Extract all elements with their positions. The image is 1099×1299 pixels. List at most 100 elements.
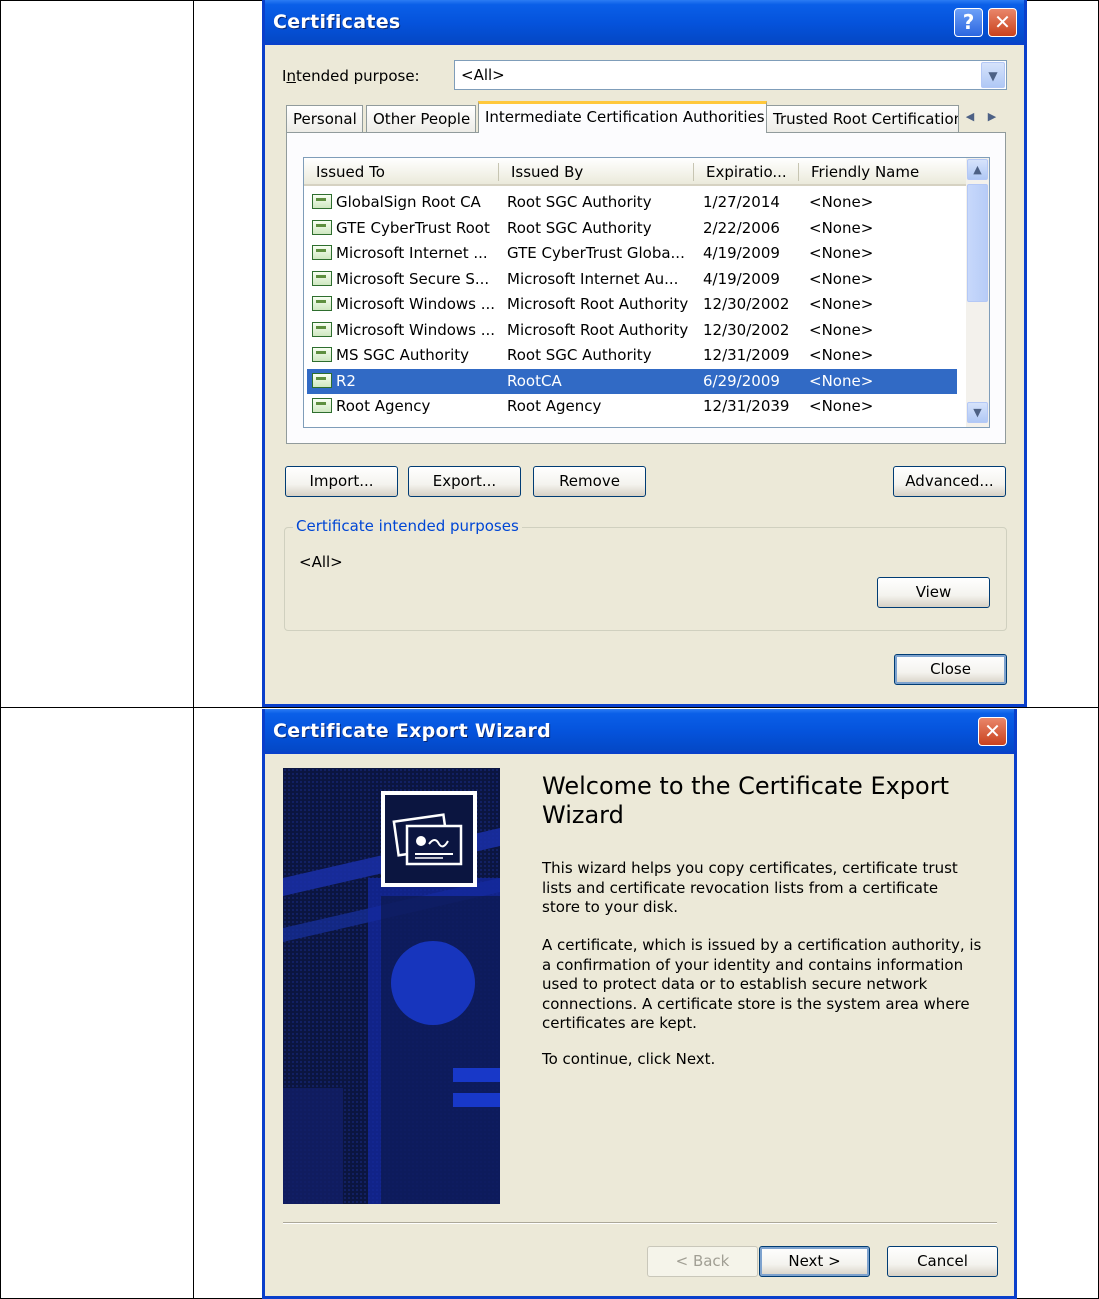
certificate-icon xyxy=(312,321,332,337)
certificate-icon xyxy=(312,270,332,286)
cell-expiration: 4/19/2009 xyxy=(703,269,780,288)
cell-friendly-name: <None> xyxy=(809,218,874,237)
wizard-description-paragraph: A certificate, which is issued by a cert… xyxy=(542,936,981,1034)
cell-issued-to: GlobalSign Root CA xyxy=(336,193,481,211)
table-row[interactable]: Root Agency Root Agency 12/31/2039 <None> xyxy=(307,394,962,419)
table-row-divider xyxy=(0,707,1099,708)
table-row[interactable]: Microsoft Secure S... Microsoft Internet … xyxy=(307,267,962,292)
export-button[interactable]: Export... xyxy=(408,466,521,497)
text-line: a confirmation of your identity and cont… xyxy=(542,955,964,974)
cell-expiration: 12/31/2039 xyxy=(703,397,790,415)
close-icon[interactable]: ✕ xyxy=(988,8,1017,37)
view-button[interactable]: View xyxy=(877,577,990,608)
text-line: connections. A certificate store is the … xyxy=(542,994,970,1013)
tab-trusted-root[interactable]: Trusted Root Certification xyxy=(766,105,959,133)
scroll-down-icon[interactable]: ▼ xyxy=(967,402,988,423)
certificate-icon xyxy=(312,194,332,209)
scroll-up-icon[interactable]: ▲ xyxy=(967,159,988,180)
column-friendly-name[interactable]: Friendly Name xyxy=(799,158,969,186)
close-icon[interactable]: ✕ xyxy=(978,717,1007,746)
text-line: A certificate, which is issued by a cert… xyxy=(542,936,982,954)
next-button[interactable]: Next > xyxy=(759,1246,870,1277)
list-scrollbar[interactable]: ▲ ▼ xyxy=(966,158,989,427)
text-line: used to protect data or to establish sec… xyxy=(542,975,928,993)
table-row[interactable]: MS SGC Authority Root SGC Authority 12/31/… xyxy=(307,343,962,368)
cell-issued-to: MS SGC Authority xyxy=(336,346,470,364)
table-row[interactable]: GlobalSign Root CA Root SGC Authority 1/27… xyxy=(307,190,962,215)
cell-issued-by: RootCA xyxy=(507,371,562,390)
cell-issued-by: Microsoft Internet Au... xyxy=(507,269,679,288)
certificate-list[interactable]: Issued To Issued By Expiratio... Friendl… xyxy=(303,157,990,428)
close-button[interactable]: Close xyxy=(894,654,1007,685)
cell-friendly-name: <None> xyxy=(809,295,874,313)
column-issued-to[interactable]: Issued To xyxy=(304,158,499,186)
certificates-titlebar[interactable]: Certificates ? ✕ xyxy=(265,0,1024,45)
certificate-icon xyxy=(312,398,332,413)
cell-issued-to: Microsoft Secure S... xyxy=(336,269,490,288)
cell-friendly-name: <None> xyxy=(809,244,874,262)
cell-expiration: 12/30/2002 xyxy=(703,295,790,313)
tab-panel: Issued To Issued By Expiratio... Friendl… xyxy=(286,132,1006,444)
export-wizard-window: Certificate Export Wizard ✕ Welcome to t… xyxy=(262,709,1017,1299)
cell-issued-to: R2 xyxy=(336,371,356,390)
certificate-icon xyxy=(312,347,332,362)
heading-line: Welcome to the Certificate Export xyxy=(542,772,950,800)
intended-purpose-select[interactable]: <All> ▼ xyxy=(454,60,1007,90)
tab-other-people[interactable]: Other People xyxy=(366,105,476,133)
cell-expiration: 1/27/2014 xyxy=(703,193,780,211)
cell-issued-by: Microsoft Root Authority xyxy=(507,320,689,339)
advanced-button[interactable]: Advanced... xyxy=(893,466,1006,497)
cell-friendly-name: <None> xyxy=(809,397,874,415)
wizard-banner-image xyxy=(283,768,500,1204)
tab-intermediate-ca[interactable]: Intermediate Certification Authorities xyxy=(478,101,767,133)
heading-line: Wizard xyxy=(542,801,624,829)
cell-friendly-name: <None> xyxy=(809,346,874,364)
certificate-icon xyxy=(312,372,332,388)
column-expiration[interactable]: Expiratio... xyxy=(694,158,799,186)
text-line: certificates are kept. xyxy=(542,1014,697,1032)
text-line: store to your disk. xyxy=(542,898,678,916)
tab-scroll-left-icon[interactable]: ◀ xyxy=(959,106,981,128)
wizard-titlebar[interactable]: Certificate Export Wizard ✕ xyxy=(265,709,1014,754)
cell-issued-to: Root Agency xyxy=(336,397,431,415)
intended-purpose-label: Intended purpose: xyxy=(282,67,420,85)
table-border-left xyxy=(0,0,1,1299)
cell-issued-by: Microsoft Root Authority xyxy=(507,295,689,313)
cell-friendly-name: <None> xyxy=(809,269,874,288)
cell-expiration: 12/31/2009 xyxy=(703,346,790,364)
tab-label: Personal xyxy=(293,110,357,128)
table-row[interactable]: Microsoft Internet ... GTE CyberTrust Glo… xyxy=(307,241,962,266)
chevron-down-icon[interactable]: ▼ xyxy=(981,62,1005,88)
column-issued-by[interactable]: Issued By xyxy=(499,158,694,186)
cancel-button[interactable]: Cancel xyxy=(887,1246,998,1277)
cell-issued-by: Root SGC Authority xyxy=(507,218,652,237)
tab-label: Intermediate Certification Authorities xyxy=(485,108,765,126)
table-row[interactable]: R2 RootCA 6/29/2009 <None> xyxy=(307,368,957,394)
cell-expiration: 12/30/2002 xyxy=(703,320,790,339)
wizard-separator xyxy=(283,1222,997,1224)
intended-purposes-group: Certificate intended purposes <All> View xyxy=(284,517,1007,631)
tab-scroll-right-icon[interactable]: ▶ xyxy=(981,106,1003,128)
window-title: Certificate Export Wizard xyxy=(273,720,552,742)
table-row[interactable]: Microsoft Windows ... Microsoft Root Auth… xyxy=(307,318,962,343)
import-button[interactable]: Import... xyxy=(285,466,398,497)
scroll-thumb[interactable] xyxy=(967,184,988,302)
certificate-icon xyxy=(312,296,332,311)
cell-issued-by: Root Agency xyxy=(507,397,602,415)
cell-friendly-name: <None> xyxy=(809,371,874,390)
remove-button[interactable]: Remove xyxy=(533,466,646,497)
cell-issued-to: Microsoft Internet ... xyxy=(336,244,488,262)
tab-label: Other People xyxy=(373,110,471,128)
tab-personal[interactable]: Personal xyxy=(286,105,363,133)
intended-purposes-value: <All> xyxy=(299,553,343,571)
wizard-heading: Welcome to the Certificate Export Wizard xyxy=(542,772,949,830)
certificate-icon xyxy=(312,219,332,235)
back-button[interactable]: < Back xyxy=(647,1246,758,1277)
window-title: Certificates xyxy=(273,11,401,33)
cell-friendly-name: <None> xyxy=(809,193,874,211)
cell-friendly-name: <None> xyxy=(809,320,874,339)
table-row[interactable]: Microsoft Windows ... Microsoft Root Auth… xyxy=(307,292,962,317)
table-row[interactable]: GTE CyberTrust Root Root SGC Authority 2/2… xyxy=(307,216,962,241)
certificates-window: Certificates ? ✕ Intended purpose: <All>… xyxy=(262,0,1027,707)
help-icon[interactable]: ? xyxy=(954,8,983,37)
